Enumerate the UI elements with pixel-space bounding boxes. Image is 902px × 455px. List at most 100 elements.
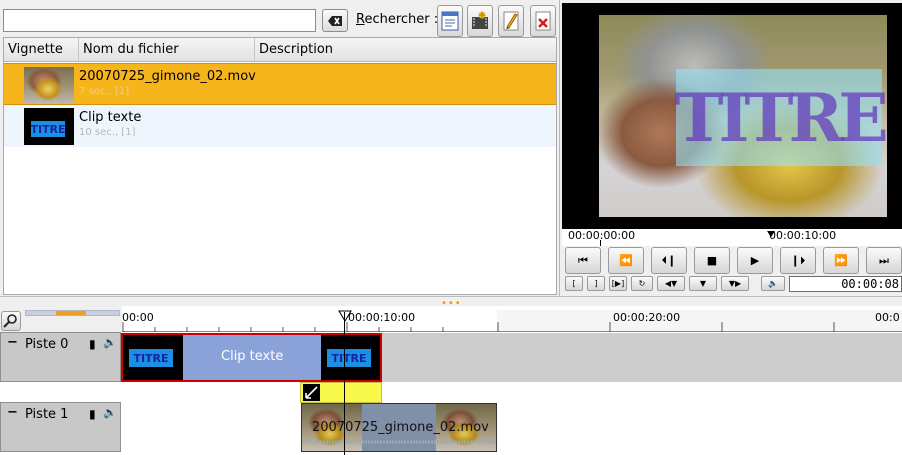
clip-library-panel: Rechercher : Vignette Nom du fichier Des…: [0, 0, 560, 296]
audio-toggle-icon[interactable]: 🔈: [103, 406, 117, 419]
play-button[interactable]: ▶: [737, 247, 773, 274]
rewind-icon: ⏪: [619, 254, 633, 267]
track-name: Piste 1: [25, 407, 69, 422]
clip-list: Vignette Nom du fichier Description 2007…: [3, 37, 557, 295]
stop-icon: ■: [706, 254, 718, 267]
clip-list-row[interactable]: TITRE Clip texte 10 sec., [1]: [4, 105, 556, 147]
properties-icon: [441, 11, 459, 31]
prev-marker-button[interactable]: ◀▼: [657, 276, 685, 291]
volume-button[interactable]: 🔈: [761, 276, 785, 291]
ruler-label: 00:00:10:00: [348, 311, 416, 324]
collapse-track-icon[interactable]: −: [7, 405, 18, 420]
play-icon: ▶: [750, 254, 760, 267]
ruler-ticks: [122, 310, 902, 332]
stop-button[interactable]: ■: [694, 247, 730, 274]
track-1-header[interactable]: − Piste 1 ▮ 🔈: [0, 402, 121, 452]
properties-button[interactable]: [437, 5, 463, 37]
skip-end-icon: ⏭: [879, 253, 889, 267]
set-out-point-button[interactable]: ]: [587, 276, 605, 291]
zone-icon: [▶]: [611, 279, 625, 288]
goto-end-button[interactable]: ⏭: [866, 247, 902, 274]
clip-list-row[interactable]: 20070725_gimone_02.mov 7 sec., [1]: [4, 63, 556, 105]
clear-search-button[interactable]: [322, 9, 348, 32]
zoom-area: [0, 306, 122, 332]
timeline-clip-text[interactable]: TITRE Clip texte TITRE: [121, 333, 382, 382]
zoom-menu-button[interactable]: [1, 311, 21, 331]
step-forward-icon: ❙⏵: [790, 253, 806, 267]
ruler-tick: [600, 240, 601, 246]
marker-icon: ▼: [699, 279, 707, 288]
transition-lane: [0, 382, 902, 403]
fast-forward-button[interactable]: ⏩: [823, 247, 859, 274]
ruler-label: 00:0: [875, 311, 900, 324]
set-in-point-button[interactable]: [: [565, 276, 583, 291]
timeline-clip-video[interactable]: 20070725_gimone_02.mov: [301, 403, 497, 452]
title-overlay: TITRE: [674, 69, 887, 166]
next-marker-button[interactable]: ▼▶: [721, 276, 749, 291]
timecode-display[interactable]: 00:00:08: [789, 276, 902, 292]
loop-button[interactable]: ↻: [631, 276, 653, 291]
ruler-label: 00:00: [122, 311, 154, 324]
edit-button[interactable]: [498, 5, 524, 37]
transition-icon: [303, 384, 320, 401]
clip-label: 20070725_gimone_02.mov: [312, 420, 489, 435]
video-monitor: TITRE: [562, 3, 902, 229]
video-editor-window: Rechercher : Vignette Nom du fichier Des…: [0, 0, 902, 455]
clip-label: Clip texte: [221, 349, 284, 364]
ruler-start-label: 00:00:00:00: [568, 229, 636, 242]
clip-thumbnail: TITRE: [321, 335, 380, 380]
track-1-lane[interactable]: [121, 403, 902, 452]
fast-forward-icon: ⏩: [834, 254, 848, 267]
titre-thumbnail-text: TITRE: [129, 349, 173, 367]
in-point-icon: [: [572, 279, 576, 288]
column-header-thumbnail[interactable]: Vignette: [4, 38, 79, 61]
search-label: Rechercher :: [356, 12, 439, 27]
clear-text-icon: [328, 15, 342, 26]
zoom-slider[interactable]: [25, 310, 120, 316]
clip-info: 10 sec., [1]: [79, 127, 136, 138]
playhead-line[interactable]: [344, 312, 345, 455]
clip-name: 20070725_gimone_02.mov: [79, 69, 256, 84]
rewind-button[interactable]: ⏪: [608, 247, 644, 274]
monitor-panel: TITRE 00:00:00:00 00:00:10:00 ⏮ ⏪ ⏴❙ ■ ▶…: [562, 0, 902, 296]
edit-icon: [503, 11, 519, 31]
search-input[interactable]: [3, 9, 316, 32]
speaker-icon: 🔈: [768, 279, 778, 288]
position-marker[interactable]: [767, 231, 775, 237]
playback-controls: ⏮ ⏪ ⏴❙ ■ ▶ ❙⏵ ⏩ ⏭: [565, 247, 902, 274]
delete-button[interactable]: [530, 5, 556, 37]
zoom-icon: [3, 314, 17, 328]
track-name: Piste 0: [25, 337, 69, 352]
titre-thumbnail-text: TITRE: [327, 349, 371, 367]
clip-thumbnail: [24, 67, 74, 104]
goto-start-button[interactable]: ⏮: [565, 247, 601, 274]
step-back-button[interactable]: ⏴❙: [651, 247, 687, 274]
video-toggle-icon[interactable]: ▮: [89, 337, 96, 351]
add-clip-button[interactable]: [467, 5, 493, 37]
play-zone-button[interactable]: [▶]: [609, 276, 627, 291]
audio-waveform: [302, 440, 496, 444]
track-0-header[interactable]: − Piste 0 ▮ 🔈: [0, 332, 121, 382]
panel-splitter[interactable]: •••: [0, 296, 902, 309]
zoom-slider-handle[interactable]: [56, 311, 86, 315]
marker-controls: [ ] [▶] ↻ ◀▼ ▼ ▼▶ 🔈: [565, 276, 795, 291]
add-marker-button[interactable]: ▼: [689, 276, 717, 291]
ruler-label: 00:00:20:00: [613, 311, 681, 324]
next-marker-icon: ▼▶: [728, 279, 742, 288]
collapse-track-icon[interactable]: −: [7, 335, 18, 350]
column-header-description[interactable]: Description: [255, 38, 556, 61]
add-clip-icon: [472, 11, 488, 29]
titre-thumbnail-text: TITRE: [30, 121, 66, 137]
transition-clip[interactable]: [300, 382, 382, 403]
video-frame: TITRE: [599, 15, 887, 217]
video-toggle-icon[interactable]: ▮: [89, 407, 96, 421]
prev-marker-icon: ◀▼: [664, 279, 678, 288]
clip-list-header: Vignette Nom du fichier Description: [4, 38, 556, 62]
audio-toggle-icon[interactable]: 🔈: [103, 336, 117, 349]
column-header-filename[interactable]: Nom du fichier: [79, 38, 255, 61]
clip-thumbnail: TITRE: [24, 108, 74, 145]
delete-icon: [535, 11, 551, 31]
monitor-ruler[interactable]: 00:00:00:00 00:00:10:00: [562, 229, 902, 246]
step-forward-button[interactable]: ❙⏵: [780, 247, 816, 274]
timeline-ruler[interactable]: 00:00 00:00:10:00 00:00:20:00 00:0: [122, 310, 902, 332]
